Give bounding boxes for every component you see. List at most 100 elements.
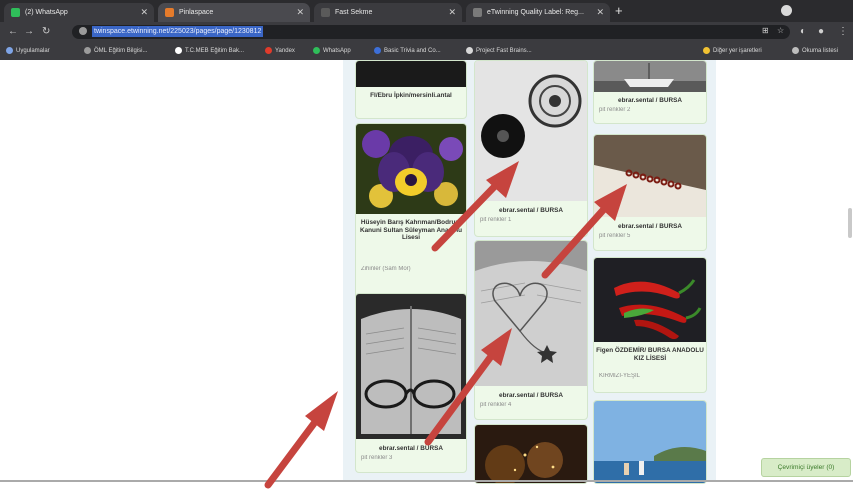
bookmark-icon [84, 46, 91, 54]
profile-icon[interactable] [781, 5, 792, 16]
share-icon[interactable]: ⊞ [762, 26, 769, 35]
gallery-card[interactable]: ebrar.sental / BURSA pit renkler 1 [474, 60, 588, 237]
notebook-spiral-image [594, 135, 706, 217]
folder-icon [703, 46, 710, 54]
bookmark-icon [466, 46, 473, 54]
arrow-bottom-left [264, 414, 322, 489]
photo-thumbnail[interactable] [594, 61, 706, 92]
photo-thumbnail[interactable] [475, 61, 587, 201]
photo-thumbnail[interactable] [594, 258, 706, 342]
bookmark-item[interactable]: Basic Trivia and Co... [374, 44, 441, 58]
account-icon[interactable]: ● [818, 25, 824, 39]
card-title: ebrar.sental / BURSA [379, 445, 443, 452]
site-favicon-icon [473, 8, 482, 17]
tab-title: Pinlaspace [179, 9, 214, 16]
card-subtitle: pit renkler 3 [361, 455, 393, 461]
gallery-card[interactable]: ebrar.sental / BURSA pit renkler 5 [593, 134, 707, 251]
close-icon[interactable]: ✕ [296, 3, 304, 22]
bookmark-item[interactable]: Uygulamalar [6, 44, 50, 58]
sparkles-image [475, 425, 587, 483]
photo-thumbnail[interactable] [475, 425, 587, 483]
card-title: Hüseyin Barış Kahrıman/Bodrum Kanuni Sul… [359, 219, 463, 241]
bookmark-label: Uygulamalar [16, 48, 50, 54]
gallery-card[interactable] [593, 400, 707, 484]
card-subtitle: pit renkler 5 [599, 233, 631, 239]
tab-title: eTwinning Quality Label: Reg... [487, 9, 584, 16]
photo-thumbnail[interactable] [594, 401, 706, 483]
gallery-card[interactable] [474, 424, 588, 484]
lock-icon [79, 27, 87, 35]
photo-thumbnail[interactable] [594, 135, 706, 217]
site-favicon-icon [321, 8, 330, 17]
photo-thumbnail[interactable] [356, 61, 466, 87]
star-icon[interactable]: ☆ [777, 26, 784, 35]
bookmark-label: Yandex [275, 48, 295, 54]
apps-icon [6, 46, 13, 54]
bookmark-item[interactable]: Diğer yer işaretleri [703, 44, 762, 58]
menu-icon[interactable]: ⋮ [838, 25, 848, 39]
photo-thumbnail[interactable] [356, 124, 466, 214]
card-title: ebrar.sental / BURSA [499, 392, 563, 399]
photo-thumbnail[interactable] [475, 241, 587, 386]
whatsapp-icon [313, 46, 320, 54]
new-tab-icon[interactable]: + [615, 3, 623, 18]
extensions-icon[interactable]: ◐ [800, 25, 806, 39]
browser-tab-active[interactable]: Pinlaspace ✕ [158, 3, 310, 22]
site-favicon-icon [165, 8, 174, 17]
book-heart-necklace-image [475, 241, 587, 386]
tab-title: (2) WhatsApp [25, 9, 68, 16]
boat-image [594, 61, 706, 92]
bookmark-item[interactable]: WhatsApp [313, 44, 351, 58]
gallery-card[interactable]: FI/Ebru İpkin/mersinli.antal [355, 60, 467, 119]
bookmark-label: WhatsApp [323, 48, 351, 54]
online-members-button[interactable]: Çevrimiçi üyeler (0) [761, 458, 851, 477]
bookmark-item[interactable]: Okuma listesi [792, 44, 838, 58]
bookmark-item[interactable]: ÖML Eğitim Bilgisi... [84, 44, 147, 58]
bookmark-label: Diğer yer işaretleri [713, 48, 762, 54]
browser-tab[interactable]: eTwinning Quality Label: Reg... ✕ [466, 3, 610, 22]
address-bar[interactable]: twinspace.etwinning.net/225023/pages/pag… [72, 25, 790, 39]
bookmark-label: Okuma listesi [802, 48, 839, 54]
bookmark-item[interactable]: Project Fast Brains... [466, 44, 532, 58]
gallery-card[interactable]: ebrar.sental / BURSA pit renkler 4 [474, 240, 588, 420]
card-title: ebrar.sental / BURSA [618, 97, 682, 104]
card-subtitle: KIRMIZI-YEŞİL [599, 373, 641, 379]
pansy-flower-image [356, 124, 466, 214]
gallery-card[interactable]: ebrar.sental / BURSA pit renkler 2 [593, 60, 707, 124]
yandex-icon [265, 46, 272, 54]
bookmark-icon [175, 46, 182, 54]
photo-thumbnail[interactable] [356, 294, 466, 439]
bookmark-item[interactable]: Yandex [265, 44, 295, 58]
gallery-card[interactable]: ebrar.sental / BURSA pit renkler 3 [355, 293, 467, 473]
vinyl-record-image [475, 61, 587, 201]
red-peppers-image [594, 258, 706, 342]
reading-list-icon [792, 46, 799, 54]
card-subtitle: pit renkler 1 [480, 217, 512, 223]
browser-tab[interactable]: Fast Sekme ✕ [314, 3, 462, 22]
url-text[interactable]: twinspace.etwinning.net/225023/pages/pag… [92, 26, 264, 37]
browser-tab[interactable]: (2) WhatsApp ✕ [4, 3, 154, 22]
gallery-card[interactable]: Figen ÖZDEMİR/ BURSA ANADOLU KIZ LİSESİ … [593, 257, 707, 393]
card-subtitle: pit renkler 2 [599, 107, 631, 113]
seaside-image [594, 401, 706, 483]
close-icon[interactable]: ✕ [448, 3, 456, 22]
divider [0, 480, 853, 482]
scrollbar[interactable] [848, 208, 852, 238]
back-icon[interactable]: ← [8, 25, 18, 39]
browser-tab-bar: (2) WhatsApp ✕ Pinlaspace ✕ Fast Sekme ✕… [0, 0, 853, 22]
book-glasses-image [356, 294, 466, 439]
bookmarks-bar: Uygulamalar ÖML Eğitim Bilgisi... T.C.ME… [0, 42, 853, 61]
bookmark-label: Basic Trivia and Co... [384, 48, 441, 54]
card-title: Figen ÖZDEMİR/ BURSA ANADOLU KIZ LİSESİ [596, 347, 704, 362]
close-icon[interactable]: ✕ [140, 3, 148, 22]
tab-title: Fast Sekme [335, 9, 373, 16]
reload-icon[interactable]: ↻ [42, 25, 50, 39]
card-title: ebrar.sental / BURSA [618, 223, 682, 230]
bookmark-item[interactable]: T.C.MEB Eğitim Bak... [175, 44, 244, 58]
bookmark-label: ÖML Eğitim Bilgisi... [94, 48, 148, 54]
bookmark-label: Project Fast Brains... [476, 48, 532, 54]
card-title: ebrar.sental / BURSA [499, 207, 563, 214]
bookmark-icon [374, 46, 381, 54]
close-icon[interactable]: ✕ [596, 3, 604, 22]
forward-icon[interactable]: → [24, 25, 34, 39]
